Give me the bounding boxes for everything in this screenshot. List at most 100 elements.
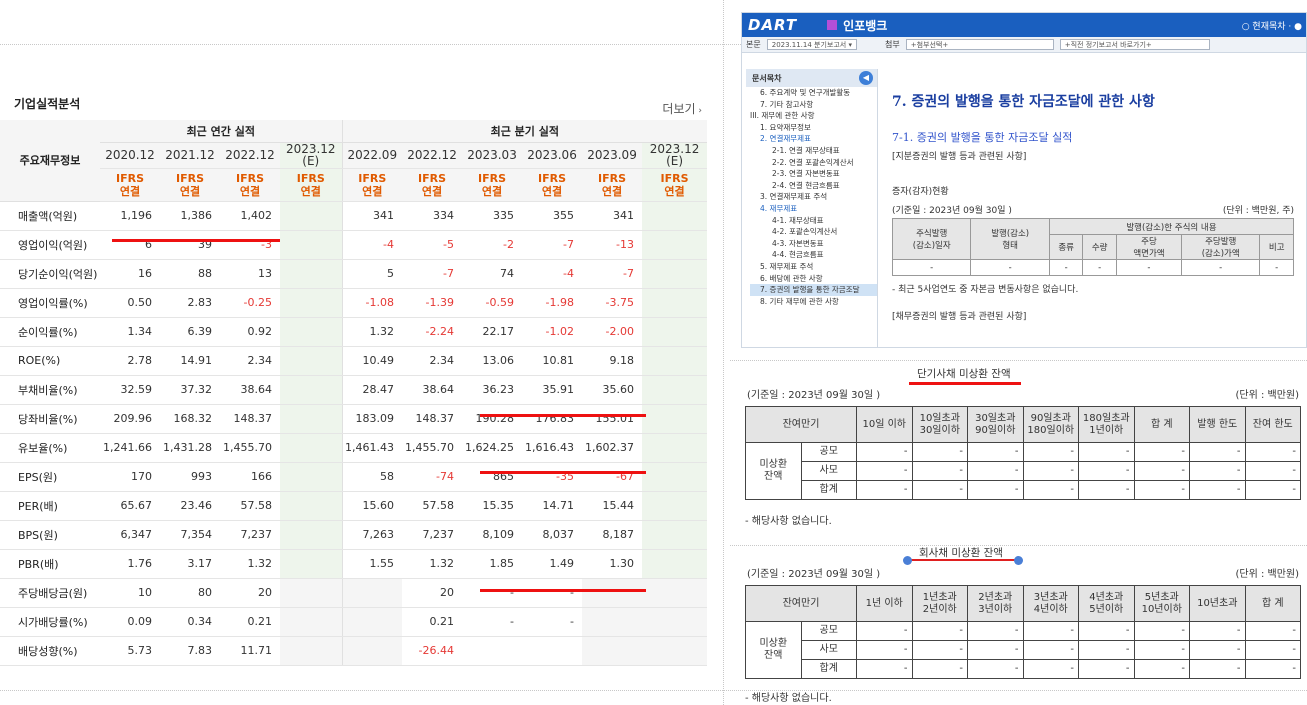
more-link[interactable]: 더보기 ›	[662, 100, 702, 117]
toc-header: 문서목차 ◀	[746, 69, 877, 87]
value-cell: -	[1082, 259, 1117, 276]
header-cell: 발행(감소)한 주식의 내용	[1048, 218, 1295, 235]
value-cell: 57.58	[402, 491, 463, 521]
ifrs-badge: IFRS 연결	[220, 168, 280, 202]
value-cell	[280, 346, 343, 376]
previous-report-select[interactable]: +직전 정기보고서 바로가기+	[1059, 39, 1210, 50]
value-cell: -	[1244, 461, 1301, 481]
value-cell: -	[1259, 259, 1294, 276]
toc-item[interactable]: 4-3. 자본변동표	[750, 238, 877, 250]
header-cell: 3년초과 4년이하	[1022, 585, 1079, 622]
period-header: 2022.12	[402, 142, 463, 169]
table-row: PBR(배) 1.76 3.17 1.32 1.55 1.32 1.85 1.49 1.30	[0, 549, 708, 579]
value-cell: -	[1244, 442, 1301, 462]
value-cell: -	[462, 578, 523, 608]
value-cell: -	[1048, 259, 1084, 276]
header-cell: 1년 이하	[856, 585, 913, 622]
table-row: ROE(%) 2.78 14.91 2.34 10.49 2.34 13.06 10.81 9.…	[0, 346, 708, 376]
value-cell: 166	[220, 462, 280, 492]
table-row: 배당성향(%) 5.73 7.83 11.71 -26.44	[0, 636, 708, 666]
ifrs-badge: IFRS 연결	[642, 168, 708, 202]
value-cell: 1,431.28	[160, 433, 220, 463]
value-cell: 13	[220, 259, 280, 289]
toc-item[interactable]: 4-1. 재무상태표	[750, 215, 877, 227]
toc-item[interactable]: 2-1. 연결 재무상태표	[750, 145, 877, 157]
value-cell: -1.02	[522, 317, 583, 347]
toc-sidebar: 문서목차 ◀ 6. 주요계약 및 연구개발활동 7. 기타 참고사항 III. 재무에…	[746, 69, 878, 347]
value-cell: 1.85	[462, 549, 523, 579]
value-cell: -	[1022, 442, 1079, 462]
toc-item[interactable]: 6. 배당에 관한 사항	[750, 273, 877, 285]
value-cell: -7	[582, 259, 643, 289]
value-cell: -1.98	[522, 288, 583, 318]
value-cell: 13.06	[462, 346, 523, 376]
toc-item[interactable]: 7. 증권의 발행을 통한 자금조달	[750, 284, 877, 296]
header-cell: 10일초과 30일이하	[911, 406, 968, 443]
value-cell: -	[1078, 621, 1135, 641]
body-label: 본문	[746, 40, 761, 49]
table-row: EPS(원) 170 993 166 58 -74 865 -35 -67	[0, 462, 708, 492]
row-label: 당좌비율(%)	[0, 404, 100, 434]
capital-change-table: 주식발행 (감소)일자 발행(감소) 형태 발행(감소)한 주식의 내용 종류 …	[891, 218, 1295, 276]
value-cell: -13	[582, 230, 643, 260]
value-cell: 1,624.25	[462, 433, 523, 463]
annotation-underline	[112, 239, 280, 242]
row-label: 합계	[800, 480, 857, 500]
value-cell: -	[856, 461, 913, 481]
value-cell: 6.39	[160, 317, 220, 347]
value-cell: 23.46	[160, 491, 220, 521]
value-cell: 1,455.70	[220, 433, 280, 463]
toc-item[interactable]: 4-4. 현금흐름표	[750, 249, 877, 261]
toc-item[interactable]: 8. 기타 재무에 관한 사항	[750, 296, 877, 308]
value-cell: -7	[402, 259, 463, 289]
value-cell	[462, 636, 523, 666]
value-cell: -	[1022, 461, 1079, 481]
value-cell: -	[1133, 480, 1190, 500]
toc-item[interactable]: 2. 연결재무제표	[750, 133, 877, 145]
value-cell: -	[462, 607, 523, 637]
corporate-bond-table: 잔여만기 1년 이하 1년초과 2년이하 2년초과 3년이하 3년초과 4년이하 4년초과…	[745, 585, 1301, 679]
toc-item[interactable]: 4-2. 포괄손익계산서	[750, 226, 877, 238]
toc-item[interactable]: 2-3. 연결 자본변동표	[750, 168, 877, 180]
value-cell: 37.32	[160, 375, 220, 405]
company-title: 인포뱅크	[827, 17, 887, 34]
report-select[interactable]: 2023.11.14 분기보고서 ▾	[766, 39, 857, 50]
value-cell	[582, 607, 643, 637]
dart-logo[interactable]: DART	[748, 16, 797, 34]
toc-item[interactable]: 6. 주요계약 및 연구개발활동	[750, 87, 877, 99]
quarter-group-header: 최근 분기 실적	[341, 120, 708, 143]
toc-item[interactable]: 1. 요약재무정보	[750, 122, 877, 134]
toc-item[interactable]: 3. 연결재무제표 주석	[750, 191, 877, 203]
annotation-underline	[480, 589, 646, 592]
toc-item[interactable]: III. 재무에 관한 사항	[750, 110, 877, 122]
value-cell: -1.08	[341, 288, 403, 318]
value-cell: -	[1078, 480, 1135, 500]
toc-item[interactable]: 7. 기타 참고사항	[750, 99, 877, 111]
value-cell: 15.44	[582, 491, 643, 521]
value-cell: 334	[402, 201, 463, 231]
value-cell	[642, 201, 708, 231]
attachment-select[interactable]: +첨부선택+	[905, 39, 1054, 50]
value-cell: -	[1244, 480, 1301, 500]
value-cell: -26.44	[402, 636, 463, 666]
table-row: 사모 - - - - - - - -	[746, 461, 1301, 481]
value-cell: 7.83	[160, 636, 220, 666]
value-cell: 14.71	[522, 491, 583, 521]
row-label: ROE(%)	[0, 346, 100, 376]
base-date: (기준일 : 2023년 09월 30일 )	[747, 569, 881, 580]
toc-item[interactable]: 2-2. 연결 포괄손익계산서	[750, 157, 877, 169]
debt-note: [채무증권의 발행 등과 관련된 사항]	[892, 312, 1027, 322]
dart-header: DART 인포뱅크 ○ 현재목차 · ●	[742, 13, 1306, 37]
value-cell: 22.17	[462, 317, 523, 347]
value-cell: 0.09	[100, 607, 160, 637]
toc-mode-toggle[interactable]: ○ 현재목차 · ●	[1242, 19, 1306, 32]
capital-note: - 최근 5사업연도 중 자본금 변동사항은 없습니다.	[892, 285, 1079, 295]
unit-label: (단위 : 백만원, 주)	[1222, 206, 1294, 216]
toc-item[interactable]: 2-4. 연결 현금흐름표	[750, 180, 877, 192]
corporate-meta: (기준일 : 2023년 09월 30일 ) (단위 : 백만원)	[747, 565, 1299, 580]
toc-item[interactable]: 5. 재무제표 주석	[750, 261, 877, 273]
value-cell: 10	[100, 578, 160, 608]
collapse-icon[interactable]: ◀	[859, 71, 873, 85]
more-label[interactable]: 더보기	[662, 102, 695, 116]
toc-item[interactable]: 4. 재무제표	[750, 203, 877, 215]
